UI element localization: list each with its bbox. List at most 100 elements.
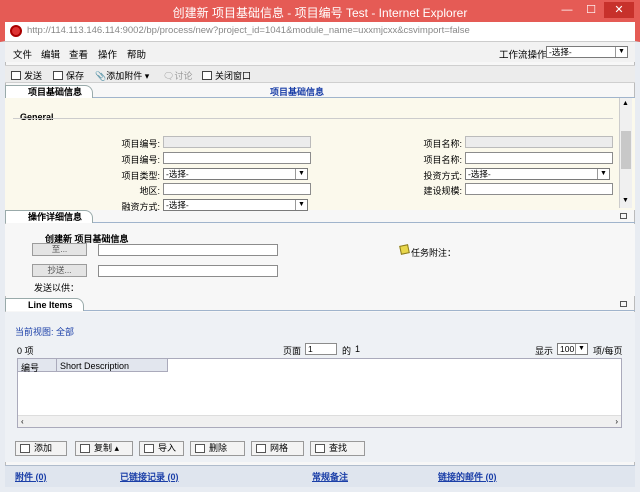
linked-records-link[interactable]: 已链接记录 (0) <box>120 470 179 483</box>
minimize-button[interactable]: — <box>556 2 578 18</box>
invest-label: 投资方式: <box>423 171 462 181</box>
to-button[interactable]: 至... <box>32 243 87 256</box>
project-name-label: 项目名称: <box>423 155 462 165</box>
tab-detail[interactable]: 操作详细信息 <box>5 210 94 223</box>
detail-panel: 创建新 项目基础信息 至... 抄送... 发送以供： 任务附注： <box>5 224 635 296</box>
scroll-thumb[interactable] <box>621 131 631 169</box>
chevron-down-icon: ▼ <box>615 47 627 57</box>
restore-icon[interactable] <box>620 213 627 219</box>
table-header: 编号 Short Description <box>18 359 168 374</box>
project-code-input[interactable] <box>163 152 311 164</box>
project-code-ro-label: 项目编号: <box>121 139 160 149</box>
project-name-input[interactable] <box>465 152 613 164</box>
item-count: 0 项 <box>17 346 34 356</box>
add-icon <box>20 444 30 453</box>
project-type-select[interactable]: -选择- ▼ <box>163 168 308 180</box>
grid-button[interactable]: 网格 <box>251 441 304 456</box>
project-type-label: 项目类型: <box>121 171 160 181</box>
menu-view[interactable]: 查看 <box>69 47 88 61</box>
table-hscrollbar[interactable]: ‹ › <box>18 415 621 427</box>
scroll-down-icon[interactable]: ▼ <box>622 197 629 204</box>
project-scrollbar[interactable]: ▲ ▼ <box>619 98 632 208</box>
window-title-bar: 创建新 项目基础信息 - 项目编号 Test - Internet Explor… <box>0 0 640 22</box>
add-button[interactable]: 添加 <box>15 441 67 456</box>
chevron-down-icon: ▼ <box>575 344 587 354</box>
page-size-select[interactable]: 100 ▼ <box>557 343 588 355</box>
line-items-table: 编号 Short Description ‹ › <box>17 358 622 428</box>
menu-edit[interactable]: 编辑 <box>41 47 60 61</box>
cc-input[interactable] <box>98 265 278 277</box>
window-title: 创建新 项目基础信息 - 项目编号 Test - Internet Explor… <box>172 6 468 20</box>
find-button[interactable]: 查找 <box>310 441 365 456</box>
tab-line-items[interactable]: Line Items <box>5 298 84 311</box>
chevron-down-icon: ▼ <box>295 169 307 179</box>
toolbar: 发送 保存 📎添加附件 ▾ 🗨讨论 关闭窗口 <box>5 65 635 83</box>
send-button[interactable]: 发送 <box>11 69 42 82</box>
address-bar[interactable]: http://114.113.146.114:9002/bp/process/n… <box>0 22 640 42</box>
delete-button[interactable]: 删除 <box>190 441 245 456</box>
note-icon <box>399 244 410 255</box>
scale-input[interactable] <box>465 183 613 195</box>
save-button[interactable]: 保存 <box>53 69 84 82</box>
invest-select[interactable]: -选择- ▼ <box>465 168 610 180</box>
close-icon <box>202 71 212 80</box>
menu-action[interactable]: 操作 <box>98 47 117 61</box>
save-icon <box>53 71 63 80</box>
general-group-title: General <box>20 112 54 122</box>
import-icon <box>144 444 154 453</box>
page-label: 页面 <box>283 346 302 356</box>
copy-icon <box>80 444 90 453</box>
paperclip-icon: 📎 <box>95 71 107 81</box>
project-name-ro-field <box>465 136 613 148</box>
address-url: http://114.113.146.114:9002/bp/process/n… <box>27 25 470 36</box>
general-notes-link[interactable]: 常规备注 <box>312 470 348 483</box>
scroll-left-icon[interactable]: ‹ <box>21 417 24 426</box>
menu-file[interactable]: 文件 <box>13 47 32 61</box>
close-page-button[interactable]: 关闭窗口 <box>202 69 251 82</box>
grid-icon <box>256 444 266 453</box>
page-input[interactable]: 1 <box>305 343 337 355</box>
menu-help[interactable]: 帮助 <box>127 47 146 61</box>
project-code-label: 项目编号: <box>121 155 160 165</box>
detail-section-header: 操作详细信息 <box>5 210 635 223</box>
linked-mail-link[interactable]: 链接的邮件 (0) <box>438 470 497 483</box>
search-icon <box>315 444 325 453</box>
col-description-header[interactable]: Short Description <box>60 361 129 371</box>
project-center-title: 项目基础信息 <box>270 87 325 97</box>
chevron-down-icon: ▼ <box>295 200 307 210</box>
project-name-ro-label: 项目名称: <box>423 139 462 149</box>
scroll-up-icon[interactable]: ▲ <box>622 100 629 107</box>
cc-button[interactable]: 抄送... <box>32 264 87 277</box>
close-window-button[interactable]: ✕ <box>604 2 634 18</box>
delete-icon <box>195 444 205 453</box>
import-button[interactable]: 导入 <box>139 441 184 456</box>
total-pages: 1 <box>355 344 361 354</box>
chevron-down-icon: ▼ <box>597 169 609 179</box>
send-for-label: 发送以供： <box>34 283 80 293</box>
ie-site-icon <box>10 25 22 37</box>
send-icon <box>11 71 21 80</box>
scale-label: 建设规模: <box>423 186 462 196</box>
to-input[interactable] <box>98 244 278 256</box>
line-items-panel: 当前视图: 全部 0 项 页面 1 的 1 显示 100 ▼ 项/每页 编号 Sh… <box>5 312 635 462</box>
task-note-label: 任务附注： <box>411 248 457 258</box>
scroll-right-icon[interactable]: › <box>615 417 618 426</box>
project-panel: General 项目编号: 项目编号: 项目类型: -选择- ▼ 地区: 融资方式… <box>5 98 635 212</box>
attachments-link[interactable]: 附件 (0) <box>15 470 47 483</box>
maximize-button[interactable]: ☐ <box>580 2 602 18</box>
tab-project-info[interactable]: 项目基础信息 <box>5 85 94 98</box>
of-label: 的 <box>342 346 352 356</box>
per-page-label: 项/每页 <box>593 346 623 356</box>
region-label: 地区: <box>139 186 160 196</box>
region-input[interactable] <box>163 183 311 195</box>
discuss-button[interactable]: 🗨讨论 <box>163 69 192 82</box>
add-attachment-button[interactable]: 📎添加附件 ▾ <box>95 69 149 82</box>
col-number-header[interactable]: 编号 <box>21 361 39 374</box>
restore-icon[interactable] <box>620 301 627 307</box>
project-code-ro-field <box>163 136 311 148</box>
workflow-label: 工作流操作 <box>499 50 547 61</box>
project-section-header: 项目基础信息 项目基础信息 <box>5 85 635 98</box>
current-view[interactable]: 当前视图: 全部 <box>15 325 74 338</box>
workflow-select[interactable]: -选择- ▼ <box>546 46 628 58</box>
copy-button[interactable]: 复制 ▴ <box>75 441 133 456</box>
